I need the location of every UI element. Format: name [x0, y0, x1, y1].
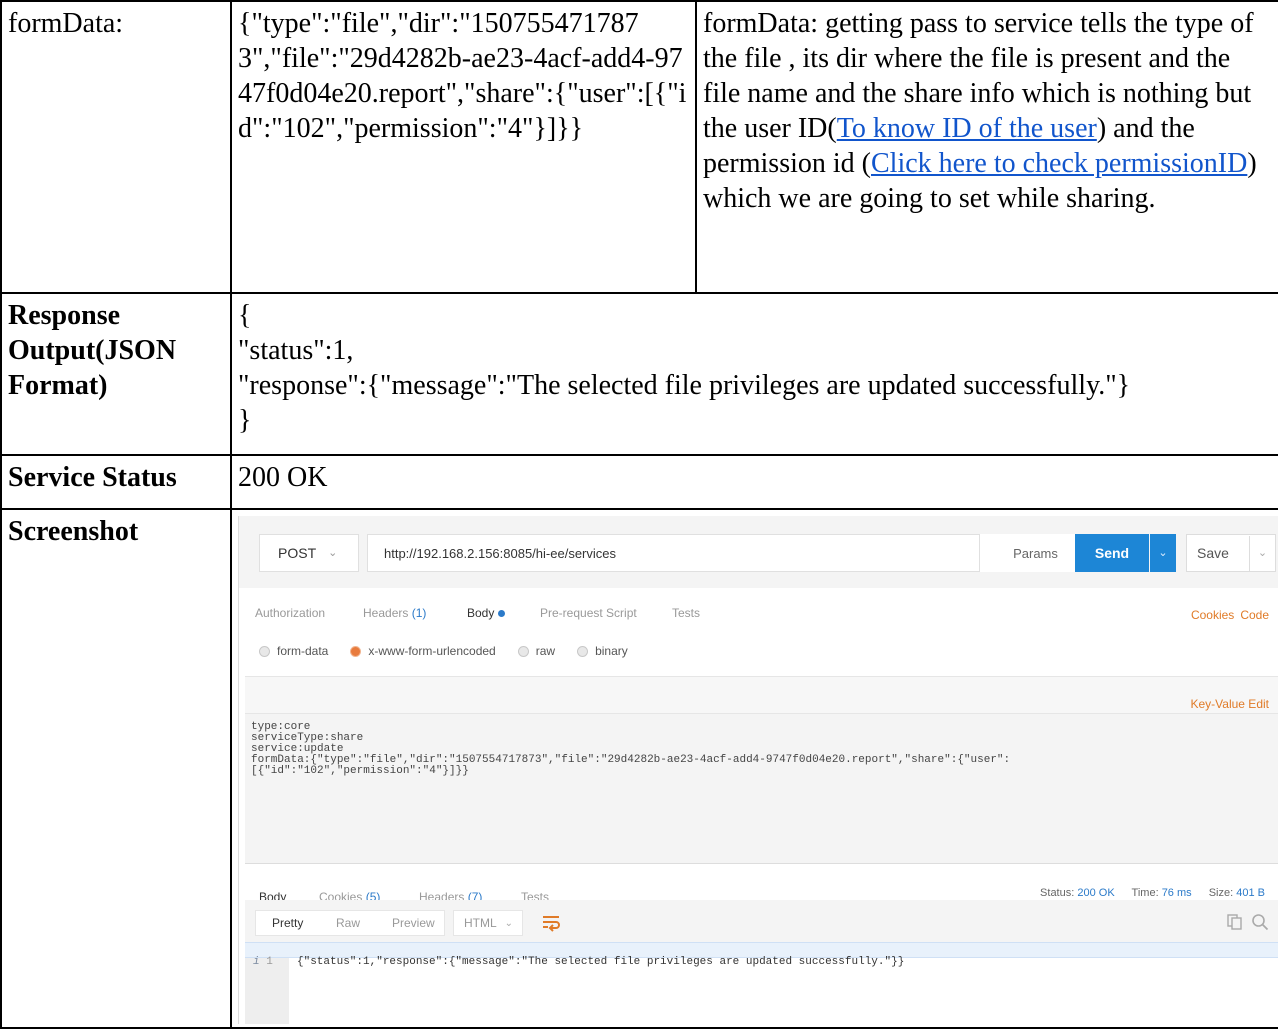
view-pretty-button[interactable]: Pretty — [272, 911, 303, 935]
tab-body[interactable]: Body — [467, 596, 506, 631]
body-editor[interactable]: type:core serviceType:share service:update… — [245, 714, 1278, 864]
row-status: Service Status 200 OK — [0, 454, 1278, 510]
radio-form-data-label: form-data — [277, 644, 329, 658]
code-link[interactable]: Code — [1240, 608, 1269, 622]
radio-raw[interactable]: raw — [517, 634, 556, 669]
tab-body-label: Body — [467, 606, 495, 620]
body-type-radios: form-data x-www-form-urlencoded raw bina… — [259, 634, 650, 669]
output-code: {"status":1,"response":{"message":"The s… — [297, 956, 905, 968]
chevron-down-icon: ⌄ — [328, 546, 338, 559]
save-chevron-icon[interactable]: ⌄ — [1248, 535, 1267, 571]
status-meta-label: Status: — [1040, 887, 1075, 899]
radio-circle-icon — [259, 646, 270, 657]
response-view-bar: Pretty Raw Preview HTML ⌄ — [245, 900, 1278, 942]
row-response: Response Output(JSON Format) { "status":… — [0, 292, 1278, 456]
screenshot-cell: POST ⌄ http://192.168.2.156:8085/hi-ee/se… — [230, 508, 1278, 1029]
tab-headers-label: Headers — [363, 606, 409, 620]
tab-authorization[interactable]: Authorization — [255, 596, 325, 631]
key-value-bar: Key-Value Edit — [245, 676, 1278, 714]
tab-prerequest[interactable]: Pre-request Script — [540, 596, 637, 631]
tab-tests[interactable]: Tests — [672, 596, 700, 631]
radio-urlencoded-label: x-www-form-urlencoded — [368, 644, 496, 658]
size-meta-value: 401 B — [1236, 887, 1265, 899]
response-line-4: } — [238, 405, 252, 436]
response-line-1: { — [238, 300, 252, 331]
time-meta-value: 76 ms — [1161, 887, 1192, 899]
response-value: { "status":1, "response":{"message":"The… — [230, 292, 1278, 456]
editor-line: serviceType:share — [251, 732, 364, 744]
response-body-output: i 1 {"status":1,"response":{"message":"T… — [245, 942, 1278, 1024]
body-dot-icon — [498, 610, 506, 618]
radio-circle-icon — [517, 646, 529, 657]
view-raw-button[interactable]: Raw — [336, 911, 360, 935]
permission-id-link[interactable]: Click here to check permissionID — [871, 148, 1247, 179]
response-tabs: Body Cookies (5) Headers (7) Tests Statu… — [239, 866, 1278, 925]
format-label: HTML — [464, 915, 497, 930]
size-meta-label: Size: — [1208, 887, 1234, 899]
api-doc-table: formData: {"type":"file","dir":"15075547… — [0, 0, 1278, 1029]
tab-headers-count: (1) — [411, 606, 427, 620]
formdata-description: formData: getting pass to service tells … — [695, 0, 1278, 294]
time-meta-label: Time: — [1131, 887, 1159, 899]
status-value: 200 OK — [230, 454, 1278, 510]
cookies-code-links: Cookies Code — [1185, 598, 1269, 633]
copy-icon[interactable] — [1227, 914, 1243, 930]
cookies-link[interactable]: Cookies — [1191, 608, 1234, 622]
postman-screenshot: POST ⌄ http://192.168.2.156:8085/hi-ee/se… — [238, 516, 1278, 1024]
formdata-label: formData: — [0, 0, 232, 294]
radio-form-data[interactable]: form-data — [259, 634, 328, 669]
request-bar: POST ⌄ http://192.168.2.156:8085/hi-ee/se… — [239, 516, 1278, 588]
output-line-number: i 1 — [253, 945, 273, 980]
search-icon[interactable] — [1251, 913, 1269, 931]
wrap-icon[interactable] — [541, 912, 561, 932]
screenshot-label: Screenshot — [0, 508, 232, 1029]
line-number-value: 1 — [266, 956, 273, 968]
format-select[interactable]: HTML ⌄ — [453, 910, 523, 936]
radio-binary[interactable]: binary — [577, 634, 628, 669]
send-options-chevron-icon[interactable]: ⌄ — [1150, 534, 1176, 572]
formdata-value: {"type":"file","dir":"1507554717873","fi… — [230, 0, 697, 294]
response-line-3: "response":{"message":"The selected file… — [238, 370, 1131, 401]
view-preview-button[interactable]: Preview — [392, 911, 435, 935]
view-mode-group: Pretty Raw Preview — [255, 910, 445, 936]
radio-urlencoded[interactable]: x-www-form-urlencoded — [350, 634, 496, 669]
editor-line: [{"id":"102","permission":"4"}]}} — [251, 765, 469, 777]
status-meta-value: 200 OK — [1077, 887, 1115, 899]
row-screenshot: Screenshot POST ⌄ http://192.168.2.156:80… — [0, 508, 1278, 1029]
response-line-2: "status":1, — [238, 335, 354, 366]
radio-raw-label: raw — [535, 644, 556, 658]
row-formdata: formData: {"type":"file","dir":"15075547… — [0, 0, 1278, 294]
user-id-link[interactable]: To know ID of the user — [837, 113, 1097, 144]
editor-line: type:core — [251, 721, 311, 733]
status-label: Service Status — [0, 454, 232, 510]
request-tabs: Authorization Headers (1) Body Pre-reque… — [239, 588, 1278, 620]
output-line: i 1 {"status":1,"response":{"message":"T… — [245, 942, 1278, 968]
response-label: Response Output(JSON Format) — [0, 292, 232, 456]
method-select[interactable]: POST ⌄ — [259, 534, 359, 572]
tab-headers[interactable]: Headers (1) — [363, 596, 426, 631]
radio-selected-icon — [350, 646, 362, 657]
chevron-down-icon: ⌄ — [504, 917, 514, 929]
method-label: POST — [278, 544, 317, 561]
radio-binary-label: binary — [595, 644, 628, 658]
info-icon: i — [253, 956, 260, 968]
save-button[interactable]: Save ⌄ — [1186, 534, 1276, 572]
save-label: Save — [1197, 544, 1229, 561]
send-button[interactable]: Send — [1075, 534, 1149, 572]
radio-circle-icon — [577, 646, 589, 657]
